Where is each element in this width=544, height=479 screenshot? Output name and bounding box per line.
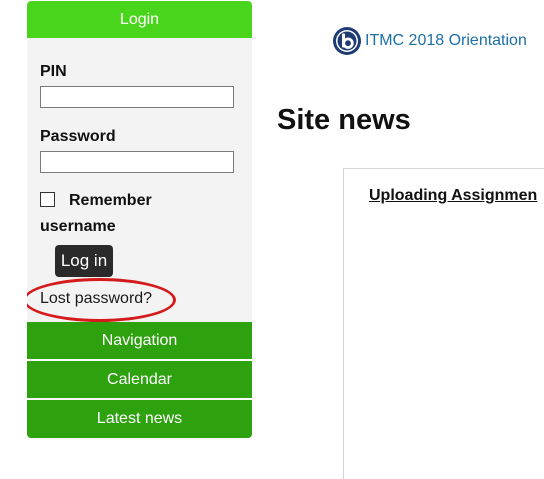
password-label: Password [40, 128, 116, 145]
bigbluebutton-icon [333, 27, 361, 55]
site-news-heading: Site news [277, 104, 411, 136]
nav-block-label: Calendar [107, 370, 172, 388]
course-link-label: ITMC 2018 Orientation [365, 32, 527, 49]
pin-input[interactable] [40, 86, 234, 108]
login-block: Login PIN Password Remember username Log… [27, 1, 252, 438]
remember-username-checkbox[interactable] [40, 192, 55, 207]
password-input[interactable] [40, 151, 234, 173]
nav-block-calendar[interactable]: Calendar [27, 361, 252, 398]
login-block-title: Login [119, 10, 160, 28]
login-button[interactable]: Log in [55, 245, 113, 277]
nav-block-navigation[interactable]: Navigation [27, 322, 252, 359]
login-block-header[interactable]: Login [27, 1, 252, 38]
remember-label-username: username [40, 218, 116, 235]
nav-block-label: Latest news [96, 410, 183, 427]
news-post-title-link[interactable]: Uploading Assignmen [369, 187, 537, 205]
nav-block-label: Navigation [101, 331, 178, 349]
nav-block-latest-news[interactable]: Latest news [27, 400, 252, 438]
lost-password-link[interactable]: Lost password? [40, 290, 152, 308]
remember-label: Remember [69, 192, 152, 209]
news-post: Uploading Assignmen [343, 168, 544, 479]
pin-label: PIN [40, 63, 67, 80]
course-link[interactable]: ITMC 2018 Orientation [333, 27, 527, 55]
